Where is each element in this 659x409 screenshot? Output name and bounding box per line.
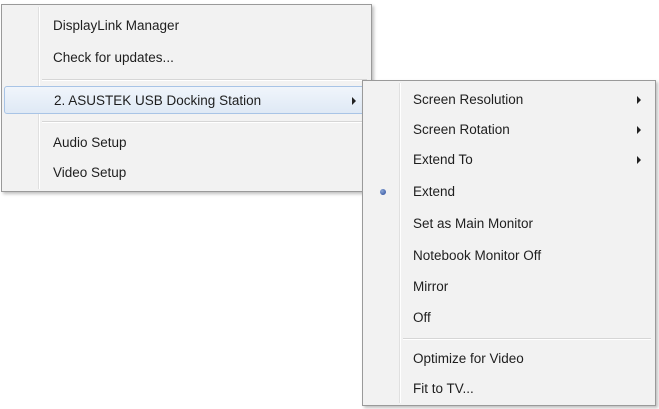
menu-item-label: Screen Rotation — [413, 122, 510, 137]
submenu-arrow-icon — [352, 97, 356, 105]
submenu-item-extend[interactable]: Extend — [365, 178, 653, 206]
submenu-item-fit-to-tv[interactable]: Fit to TV... — [365, 375, 653, 403]
menu-item-label: Video Setup — [53, 165, 127, 180]
radio-bullet-icon — [380, 189, 386, 195]
menu-item-label: Set as Main Monitor — [413, 216, 534, 231]
submenu-arrow-icon — [637, 126, 641, 134]
submenu-arrow-icon — [637, 96, 641, 104]
context-menu: DisplayLink Manager Check for updates...… — [1, 4, 372, 192]
menu-item-label: DisplayLink Manager — [53, 18, 180, 33]
menu-item-label: Off — [413, 310, 431, 325]
menu-item-label: Fit to TV... — [413, 381, 474, 396]
submenu-item-mirror[interactable]: Mirror — [365, 273, 653, 301]
menu-item-label: Notebook Monitor Off — [413, 248, 542, 263]
menu-item-label: Mirror — [413, 279, 449, 294]
menu-item-displaylink-manager[interactable]: DisplayLink Manager — [4, 12, 369, 40]
submenu-item-extend-to[interactable]: Extend To — [365, 146, 653, 174]
submenu-item-screen-rotation[interactable]: Screen Rotation — [365, 116, 653, 144]
menu-item-label: Screen Resolution — [413, 92, 524, 107]
menu-separator — [403, 338, 651, 340]
submenu-arrow-icon — [637, 156, 641, 164]
menu-item-docking-station[interactable]: 2. ASUSTEK USB Docking Station — [4, 86, 369, 114]
menu-item-label: Extend To — [413, 152, 473, 167]
menu-item-label: 2. ASUSTEK USB Docking Station — [54, 93, 262, 108]
menu-item-label: Check for updates... — [53, 50, 174, 65]
menu-item-label: Extend — [413, 184, 456, 199]
submenu-item-off[interactable]: Off — [365, 304, 653, 332]
menu-item-audio-setup[interactable]: Audio Setup — [4, 129, 369, 157]
menu-separator — [42, 79, 367, 81]
submenu-item-set-as-main-monitor[interactable]: Set as Main Monitor — [365, 210, 653, 238]
submenu-item-optimize-for-video[interactable]: Optimize for Video — [365, 345, 653, 373]
submenu-item-screen-resolution[interactable]: Screen Resolution — [365, 86, 653, 114]
docking-station-submenu: Screen Resolution Screen Rotation Extend… — [362, 80, 656, 406]
menu-item-label: Optimize for Video — [413, 351, 524, 366]
menu-item-check-for-updates[interactable]: Check for updates... — [4, 44, 369, 72]
submenu-item-notebook-monitor-off[interactable]: Notebook Monitor Off — [365, 242, 653, 270]
menu-item-label: Audio Setup — [53, 135, 127, 150]
menu-separator — [42, 121, 367, 123]
menu-item-video-setup[interactable]: Video Setup — [4, 159, 369, 187]
